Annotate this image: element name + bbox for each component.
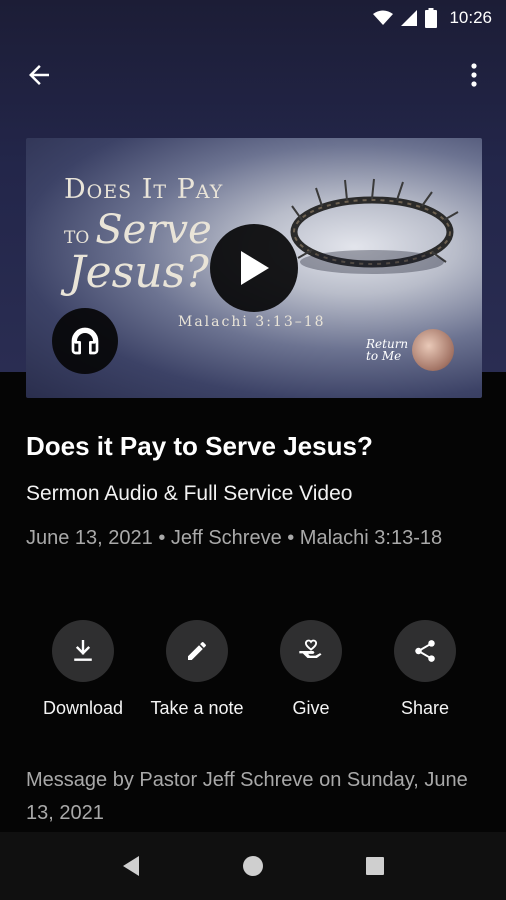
artwork-title-to: to [64,221,90,249]
download-label: Download [42,698,124,718]
nav-back-triangle-icon [123,856,139,876]
download-icon [74,640,92,661]
give-label: Give [292,698,330,718]
status-time: 10:26 [449,8,492,27]
action-row: Download Take a note Give Share [0,620,506,730]
nav-home-circle-icon [243,856,263,876]
series-logo-image [412,329,455,371]
artwork-title-line1: Does It Pay [64,174,224,205]
give-button-circle [280,620,342,682]
series-logo-line2: to Me [366,349,402,363]
play-icon [241,251,269,285]
battery-icon [425,8,438,28]
sermon-title: Does it Pay to Serve Jesus? [26,431,373,461]
share-icon [415,640,435,662]
sermon-meta: June 13, 2021 • Jeff Schreve • Malachi 3… [26,527,443,549]
play-audio-button[interactable] [52,308,118,374]
play-video-button[interactable] [210,224,298,312]
nav-recents-button[interactable] [355,846,395,886]
more-options-button[interactable] [462,58,486,92]
back-button[interactable] [24,60,54,90]
share-button[interactable]: Share [355,620,495,719]
download-button-circle [52,620,114,682]
more-vert-icon [471,63,477,87]
pencil-icon [188,641,206,660]
nav-recents-square-icon [366,857,384,875]
series-logo-text: Return to Me [366,338,408,362]
cellular-signal-icon [401,10,418,26]
app-bar [0,50,506,98]
headphones-icon [71,327,99,355]
sermon-subtitle: Sermon Audio & Full Service Video [26,482,353,505]
status-bar: 10:26 [0,0,506,36]
wifi-icon [373,10,394,25]
share-button-circle [394,620,456,682]
sermon-description: Message by Pastor Jeff Schreve on Sunday… [26,769,468,824]
nav-back-button[interactable] [111,846,151,886]
crown-of-thorns-image [290,178,459,274]
artwork-scripture-reference: Malachi 3:13–18 [178,314,326,330]
back-arrow-icon [29,65,49,85]
nav-home-button[interactable] [233,846,273,886]
give-heart-hand-icon [299,639,322,658]
take-note-button-circle [166,620,228,682]
system-navigation-bar [0,832,506,900]
take-note-label: Take a note [150,698,244,718]
share-label: Share [400,698,450,718]
series-logo: Return to Me [366,328,458,372]
